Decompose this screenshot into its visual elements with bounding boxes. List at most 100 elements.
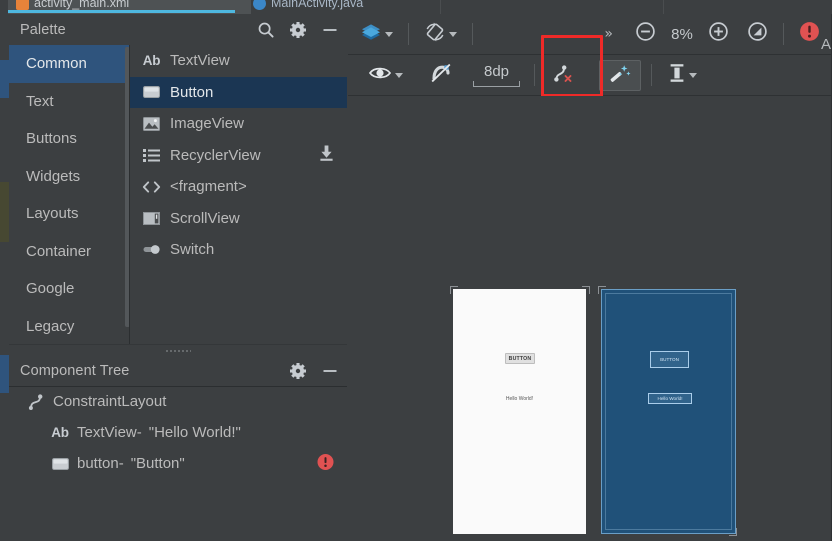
palette-item-button[interactable]: Button (130, 76, 347, 108)
error-circle-icon (799, 21, 820, 47)
palette-header-actions (257, 14, 339, 45)
minus-circle-icon (635, 21, 656, 47)
chevron-down-icon (385, 31, 393, 37)
category-label: Legacy (26, 317, 75, 335)
chevron-down-icon (449, 31, 457, 37)
search-icon[interactable] (257, 21, 275, 39)
constraint-layout-icon (26, 393, 46, 410)
design-preview[interactable]: BUTTON Hello World! (453, 289, 586, 534)
blueprint-textview[interactable]: Hello World! (648, 393, 692, 404)
tree-node-textview[interactable]: Ab TextView- "Hello World!" (9, 417, 347, 448)
minimize-icon[interactable] (321, 362, 339, 380)
gear-icon[interactable] (289, 362, 307, 380)
palette-category-common[interactable]: Common (9, 45, 130, 83)
tree-node-name: button- (77, 455, 124, 472)
zoom-level-label: 8% (671, 25, 693, 43)
palette-category-widgets[interactable]: Widgets (9, 158, 130, 196)
overflow-button[interactable]: » (598, 21, 617, 48)
orientation-button[interactable] (418, 21, 463, 48)
editor-tab-bar: activity_main.xml MainActivity.java (0, 0, 832, 14)
palette-category-layouts[interactable]: Layouts (9, 195, 130, 233)
palette-item-recyclerview[interactable]: RecyclerView (130, 140, 347, 172)
component-tree-header-actions (289, 355, 339, 386)
autoconnect-button[interactable] (423, 62, 459, 89)
tree-node-value: "Button" (130, 455, 185, 472)
blueprint-preview[interactable]: BUTTON Hello World! (601, 289, 736, 534)
default-margin-button[interactable]: 8dp (469, 64, 524, 87)
blueprint-inner-border (605, 293, 732, 530)
list-icon (142, 147, 161, 163)
design-surface-panel: » 8% A 8dp BUTTON Hello World! BUTTON He… (348, 14, 832, 541)
error-circle-icon[interactable] (317, 453, 334, 474)
design-toolbar-row-1: » 8% A (348, 14, 832, 55)
palette-category-google[interactable]: Google (9, 270, 130, 308)
margin-ruler-icon (473, 80, 520, 87)
tree-node-button[interactable]: button- "Button" (9, 448, 347, 479)
tab-separator (663, 0, 664, 14)
layers-icon (360, 22, 382, 47)
xml-file-icon (16, 0, 29, 10)
design-toolbar-row-2: 8dp (348, 35, 832, 97)
palette-item-imageview[interactable]: ImageView (130, 108, 347, 140)
preview-textview[interactable]: Hello World! (453, 396, 586, 402)
palette-item-label: Button (170, 83, 214, 101)
clear-constraints-button[interactable] (545, 62, 579, 89)
zoom-in-button[interactable] (702, 21, 735, 48)
editor-tab-mainactivity-java[interactable]: MainActivity.java (245, 0, 451, 14)
strip-active-marker-tree (0, 355, 9, 393)
minimize-icon[interactable] (321, 21, 339, 39)
palette-category-container[interactable]: Container (9, 233, 130, 271)
magic-wand-icon (608, 62, 632, 89)
design-mode-button[interactable] (354, 21, 399, 48)
category-label: Layouts (26, 205, 79, 223)
tree-node-constraintlayout[interactable]: ConstraintLayout (9, 386, 347, 417)
design-canvas[interactable]: BUTTON Hello World! BUTTON Hello World! (348, 96, 832, 541)
palette-item-scrollview[interactable]: ScrollView (130, 203, 347, 235)
toolbar-separator (783, 23, 784, 45)
button-icon (50, 456, 70, 472)
preview-button[interactable]: BUTTON (505, 353, 535, 364)
zoom-out-button[interactable] (629, 21, 662, 48)
palette-item-label: RecyclerView (170, 146, 261, 164)
ab-text-icon: Ab (51, 425, 69, 440)
magnet-off-icon (429, 62, 453, 89)
palette-item-list[interactable]: Ab TextView Button ImageView RecyclerVie… (130, 45, 347, 344)
download-icon[interactable] (318, 145, 335, 166)
show-constraints-button[interactable] (362, 62, 409, 89)
rotate-device-icon (424, 22, 446, 47)
palette-header: Palette (9, 14, 347, 46)
palette-category-list[interactable]: Common Text Buttons Widgets Layouts Cont… (9, 45, 130, 344)
palette-title: Palette (20, 21, 66, 38)
palette-item-label: ImageView (170, 115, 244, 133)
default-margin-value: 8dp (483, 62, 510, 80)
double-chevron-icon: » (604, 26, 612, 42)
code-brackets-icon (142, 179, 161, 195)
zoom-to-fit-button[interactable] (741, 21, 774, 48)
component-tree-title: Component Tree (20, 362, 130, 379)
gear-icon[interactable] (289, 21, 307, 39)
component-tree-body[interactable]: ConstraintLayout Ab TextView- "Hello Wor… (9, 386, 347, 541)
category-label: Container (26, 242, 92, 260)
category-label: Google (26, 280, 75, 298)
blueprint-textview-label: Hello World! (657, 396, 683, 401)
toolbar-separator (472, 23, 473, 45)
button-icon (142, 84, 161, 100)
palette-category-buttons[interactable]: Buttons (9, 120, 130, 158)
android-studio-layout-editor: activity_main.xml MainActivity.java Pale… (0, 0, 832, 541)
palette-item-textview[interactable]: Ab TextView (130, 45, 347, 77)
palette-item-fragment[interactable]: <fragment> (130, 171, 347, 203)
palette-category-text[interactable]: Text (9, 83, 130, 121)
infer-constraints-button[interactable] (599, 59, 641, 91)
java-file-icon (253, 0, 266, 10)
palette-item-switch[interactable]: Switch (130, 234, 347, 266)
category-label: Text (26, 92, 54, 110)
palette-item-label: TextView (170, 52, 230, 70)
palette-category-legacy[interactable]: Legacy (9, 308, 130, 345)
blueprint-button[interactable]: BUTTON (650, 351, 689, 368)
splitter-grip-icon (165, 349, 191, 352)
blueprint-button-label: BUTTON (660, 357, 679, 362)
ab-text-icon: Ab (142, 53, 161, 69)
clear-constraints-icon (551, 62, 573, 89)
vertical-align-button[interactable] (662, 62, 703, 89)
tab-separator (440, 0, 441, 14)
